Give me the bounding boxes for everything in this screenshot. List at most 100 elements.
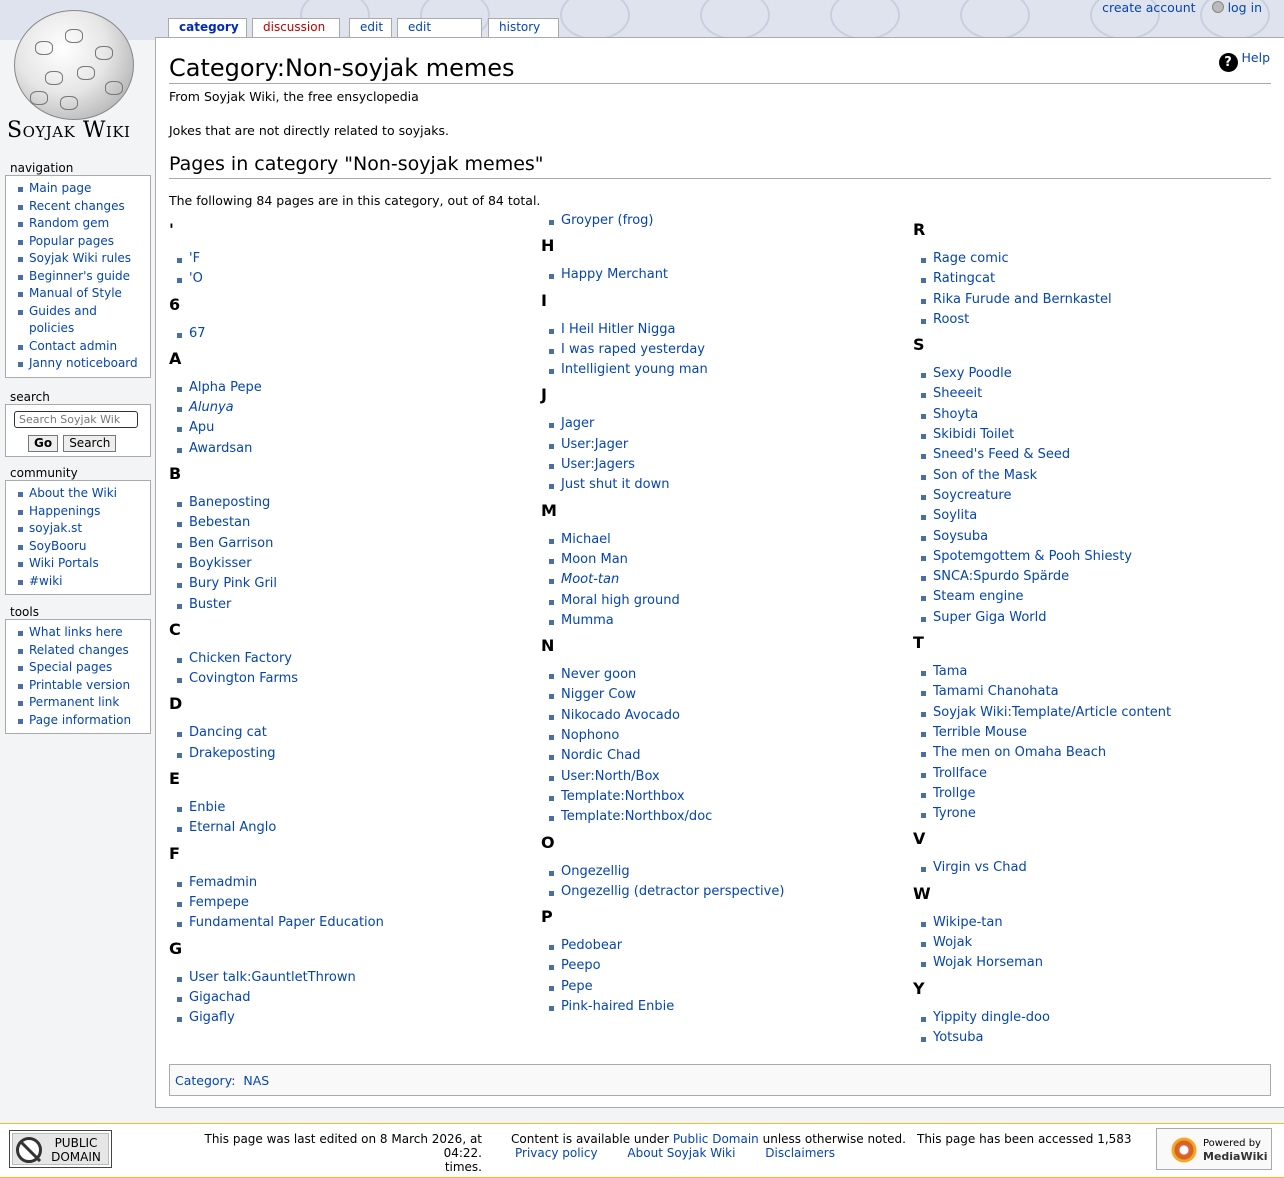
page-link[interactable]: Dancing cat xyxy=(189,725,267,740)
page-link[interactable]: Template:Northbox xyxy=(561,789,685,804)
sidebar-item-special-pages[interactable]: Special pages xyxy=(18,659,146,677)
page-link[interactable]: Soycreature xyxy=(933,488,1011,503)
disclaimers-link[interactable]: Disclaimers xyxy=(765,1146,835,1160)
page-link[interactable]: Nordic Chad xyxy=(561,748,640,763)
page-link[interactable]: Gigachad xyxy=(189,990,251,1005)
page-link[interactable]: Wojak xyxy=(933,935,972,950)
page-link[interactable]: Super Giga World xyxy=(933,610,1047,625)
privacy-policy-link[interactable]: Privacy policy xyxy=(515,1146,598,1160)
go-button[interactable]: Go xyxy=(28,435,59,452)
page-link[interactable]: Pedobear xyxy=(561,938,622,953)
search-button[interactable]: Search xyxy=(63,435,117,452)
page-link[interactable]: Michael xyxy=(561,532,611,547)
page-link[interactable]: Nikocado Avocado xyxy=(561,708,680,723)
page-link[interactable]: 'F xyxy=(189,251,200,266)
page-link[interactable]: Yotsuba xyxy=(933,1030,984,1045)
page-link[interactable]: Rage comic xyxy=(933,251,1009,266)
sidebar-item-related-changes[interactable]: Related changes xyxy=(18,642,146,660)
page-link[interactable]: Sneed's Feed & Seed xyxy=(933,447,1070,462)
page-link[interactable]: Steam engine xyxy=(933,589,1023,604)
site-logo[interactable]: Soyjak Wiki xyxy=(0,0,150,150)
page-link[interactable]: Fempepe xyxy=(189,895,249,910)
page-link[interactable]: Bury Pink Gril xyxy=(189,576,277,591)
page-link[interactable]: Ongezellig (detractor perspective) xyxy=(561,884,784,899)
page-link[interactable]: I was raped yesterday xyxy=(561,342,705,357)
page-link[interactable]: 67 xyxy=(189,326,206,341)
page-link[interactable]: Spotemgottem & Pooh Shiesty xyxy=(933,549,1132,564)
sidebar-item-beginner-s-guide[interactable]: Beginner's guide xyxy=(18,268,146,286)
page-link[interactable]: Sexy Poodle xyxy=(933,366,1012,381)
page-link[interactable]: Ongezellig xyxy=(561,864,630,879)
page-link[interactable]: Apu xyxy=(189,420,214,435)
about-link[interactable]: About Soyjak Wiki xyxy=(627,1146,735,1160)
page-link[interactable]: Wikipe-tan xyxy=(933,915,1003,930)
page-link[interactable]: Intelligient young man xyxy=(561,362,708,377)
sidebar-item-permanent-link[interactable]: Permanent link xyxy=(18,694,146,712)
page-link[interactable]: Bebestan xyxy=(189,515,250,530)
page-link[interactable]: I Heil Hitler Nigga xyxy=(561,322,675,337)
page-link[interactable]: Moon Man xyxy=(561,552,628,567)
page-link[interactable]: Terrible Mouse xyxy=(933,725,1027,740)
page-link[interactable]: Mumma xyxy=(561,613,614,628)
sidebar-item-soyjak-wiki-rules[interactable]: Soyjak Wiki rules xyxy=(18,250,146,268)
search-input[interactable] xyxy=(14,411,138,428)
sidebar-item-printable-version[interactable]: Printable version xyxy=(18,677,146,695)
page-link[interactable]: Rika Furude and Bernkastel xyxy=(933,292,1112,307)
page-link[interactable]: Tama xyxy=(933,664,967,679)
page-link[interactable]: Jager xyxy=(561,416,594,431)
page-link[interactable]: Shoyta xyxy=(933,407,978,422)
sidebar-item-manual-of-style[interactable]: Manual of Style xyxy=(18,285,146,303)
sidebar-item-main-page[interactable]: Main page xyxy=(18,180,146,198)
page-link[interactable]: Sheeeit xyxy=(933,386,982,401)
page-link[interactable]: User:Jagers xyxy=(561,457,635,472)
page-link[interactable]: Drakeposting xyxy=(189,746,276,761)
page-link[interactable]: The men on Omaha Beach xyxy=(933,745,1106,760)
sidebar-item-contact-admin[interactable]: Contact admin xyxy=(18,338,146,356)
page-link[interactable]: Wojak Horseman xyxy=(933,955,1043,970)
sidebar-item-guides-and[interactable]: Guides and xyxy=(18,303,146,321)
page-link[interactable]: Trollface xyxy=(933,766,987,781)
tab-history[interactable]: history xyxy=(488,18,559,37)
page-link[interactable]: User:North/Box xyxy=(561,769,660,784)
sidebar-item-popular-pages[interactable]: Popular pages xyxy=(18,233,146,251)
sidebar-item-soyjak-st[interactable]: soyjak.st xyxy=(18,520,146,538)
sidebar-item-about-the-wiki[interactable]: About the Wiki xyxy=(18,485,146,503)
page-link[interactable]: User:Jager xyxy=(561,437,628,452)
page-link[interactable]: User talk:GauntletThrown xyxy=(189,970,356,985)
sidebar-item-policies[interactable]: policies xyxy=(29,320,146,338)
page-link[interactable]: Baneposting xyxy=(189,495,270,510)
page-link[interactable]: Alunya xyxy=(189,400,234,415)
page-link[interactable]: Tyrone xyxy=(933,806,976,821)
public-domain-link[interactable]: Public Domain xyxy=(673,1132,759,1146)
sidebar-item-recent-changes[interactable]: Recent changes xyxy=(18,198,146,216)
page-link[interactable]: Nophono xyxy=(561,728,619,743)
page-link[interactable]: Peepo xyxy=(561,958,601,973)
tab-discussion[interactable]: discussion xyxy=(252,18,340,37)
page-link[interactable]: Ratingcat xyxy=(933,271,995,286)
page-link[interactable]: Tamami Chanohata xyxy=(933,684,1059,699)
category-link-nas[interactable]: NAS xyxy=(243,1073,269,1088)
create-account-link[interactable]: create account xyxy=(1102,0,1195,15)
page-link[interactable]: Eternal Anglo xyxy=(189,820,276,835)
page-link[interactable]: Soyjak Wiki:Template/Article content xyxy=(933,705,1171,720)
sidebar-item-janny-noticeboard[interactable]: Janny noticeboard xyxy=(18,355,146,373)
sidebar-item-random-gem[interactable]: Random gem xyxy=(18,215,146,233)
page-link[interactable]: Trollge xyxy=(933,786,976,801)
sidebar-item-wiki-portals[interactable]: Wiki Portals xyxy=(18,555,146,573)
page-link[interactable]: Roost xyxy=(933,312,969,327)
page-link[interactable]: Femadmin xyxy=(189,875,257,890)
page-link[interactable]: Pepe xyxy=(561,979,593,994)
page-link[interactable]: Buster xyxy=(189,597,231,612)
page-link[interactable]: Template:Northbox/doc xyxy=(561,809,712,824)
login-link-wrapper[interactable]: log in xyxy=(1211,0,1262,15)
page-link[interactable]: Moot-tan xyxy=(561,572,619,587)
page-link[interactable]: Chicken Factory xyxy=(189,651,292,666)
page-link[interactable]: Boykisser xyxy=(189,556,252,571)
categories-label[interactable]: Category: xyxy=(175,1073,235,1088)
login-link[interactable]: log in xyxy=(1228,0,1262,15)
page-link[interactable]: Groyper (frog) xyxy=(561,213,654,228)
page-link[interactable]: Fundamental Paper Education xyxy=(189,915,384,930)
page-link[interactable]: Soysuba xyxy=(933,529,988,544)
page-link[interactable]: Virgin vs Chad xyxy=(933,860,1027,875)
page-link[interactable]: Son of the Mask xyxy=(933,468,1037,483)
